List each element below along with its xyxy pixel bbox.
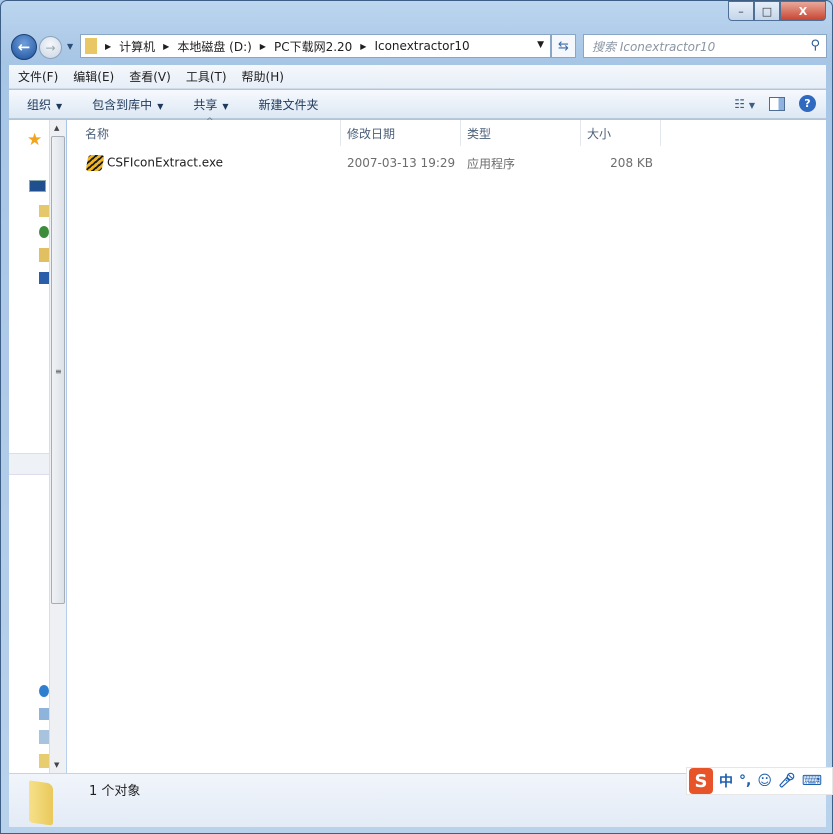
navigation-scrollbar[interactable]: ▲ ≡ ▼ xyxy=(49,120,66,773)
file-name[interactable]: CSFIconExtract.exe xyxy=(107,156,223,170)
libraries-icon[interactable] xyxy=(39,205,49,217)
exe-file-icon xyxy=(85,155,105,171)
column-header-modified[interactable]: 修改日期 xyxy=(341,120,461,146)
computer-icon[interactable] xyxy=(39,272,49,284)
help-button[interactable]: ? xyxy=(799,95,816,112)
microphone-icon[interactable]: 🎤︎ xyxy=(778,773,796,789)
control-panel-icon[interactable] xyxy=(39,708,49,720)
chevron-right-icon[interactable]: ▶ xyxy=(163,42,169,51)
file-row[interactable]: CSFIconExtract.exe 2007-03-13 19:29 应用程序… xyxy=(67,152,661,174)
search-placeholder: 搜索 Iconextractor10 xyxy=(592,39,716,54)
search-input[interactable]: 搜索 Iconextractor10 ⚲ xyxy=(583,34,827,58)
column-headers: 名称 修改日期 类型 大小 xyxy=(67,120,661,146)
scroll-down-arrow[interactable]: ▼ xyxy=(54,761,59,769)
recycle-bin-icon[interactable] xyxy=(39,730,49,744)
search-icon[interactable]: ⚲ xyxy=(810,38,820,53)
close-button[interactable]: X xyxy=(780,1,826,21)
maximize-button[interactable]: □ xyxy=(754,1,780,21)
chevron-right-icon[interactable]: ▶ xyxy=(360,42,366,51)
command-bar: 组织 ▼ 包含到库中 ▼ 共享 ▼ 新建文件夹 ☷ ▼ ? xyxy=(9,90,826,119)
menu-bar: 文件(F) 编辑(E) 查看(V) 工具(T) 帮助(H) xyxy=(9,65,826,89)
file-size: 208 KB xyxy=(610,156,653,170)
ime-mode-toggle[interactable]: 中 xyxy=(719,771,733,791)
scroll-up-arrow[interactable]: ▲ xyxy=(54,124,59,132)
breadcrumb-computer[interactable]: 计算机 xyxy=(119,38,155,55)
homegroup-icon[interactable] xyxy=(39,226,49,238)
chevron-right-icon[interactable]: ▶ xyxy=(260,42,266,51)
preview-pane-icon[interactable] xyxy=(769,96,785,111)
folder-icon[interactable] xyxy=(39,248,49,262)
network-icon[interactable] xyxy=(39,685,49,697)
folder-icon[interactable] xyxy=(39,754,49,768)
menu-view[interactable]: 查看(V) xyxy=(129,68,171,85)
share-button[interactable]: 共享 ▼ xyxy=(193,96,228,113)
breadcrumb-drive-d[interactable]: 本地磁盘 (D:) xyxy=(177,38,251,55)
column-header-type[interactable]: 类型 xyxy=(461,120,581,146)
view-options-button[interactable]: ☷ ▼ xyxy=(734,97,755,111)
breadcrumb-pc-download[interactable]: PC下载网2.20 xyxy=(274,38,352,55)
address-dropdown[interactable]: ▼ xyxy=(537,40,544,50)
address-bar[interactable]: ▶ 计算机 ▶ 本地磁盘 (D:) ▶ PC下载网2.20 ▶ Iconextr… xyxy=(80,34,551,58)
navigation-bar: ← → ▼ ▶ 计算机 ▶ 本地磁盘 (D:) ▶ PC下载网2.20 ▶ Ic… xyxy=(11,34,827,60)
menu-edit[interactable]: 编辑(E) xyxy=(73,68,114,85)
item-count: 1 个对象 xyxy=(89,784,141,799)
emoji-icon[interactable]: ☺ xyxy=(757,773,772,789)
column-header-size[interactable]: 大小 xyxy=(581,120,661,146)
menu-tools[interactable]: 工具(T) xyxy=(186,68,227,85)
favorites-star-icon[interactable]: ★ xyxy=(27,130,42,150)
menu-file[interactable]: 文件(F) xyxy=(18,68,58,85)
include-in-library-button[interactable]: 包含到库中 ▼ xyxy=(92,96,163,113)
ime-punctuation-toggle[interactable]: °, xyxy=(739,773,751,789)
scrollbar-thumb[interactable]: ≡ xyxy=(51,136,65,604)
keyboard-icon[interactable]: ⌨ xyxy=(802,773,822,789)
ime-toolbar[interactable]: S 中 °, ☺ 🎤︎ ⌨ xyxy=(686,767,833,795)
forward-button[interactable]: → xyxy=(39,36,62,59)
folder-icon xyxy=(29,780,53,826)
breadcrumb-iconextractor[interactable]: Iconextractor10 xyxy=(374,39,469,53)
file-list: ^ 名称 修改日期 类型 大小 CSFIconExtract.exe 2007-… xyxy=(67,117,826,773)
refresh-button[interactable]: ⇆ xyxy=(551,34,576,58)
column-header-name[interactable]: 名称 xyxy=(67,120,341,146)
file-type: 应用程序 xyxy=(467,156,516,171)
sogou-logo-icon[interactable]: S xyxy=(689,768,713,794)
explorer-window: – □ X ← → ▼ ▶ 计算机 ▶ 本地磁盘 (D:) ▶ PC下载网2.2… xyxy=(0,0,833,834)
pane-splitter[interactable] xyxy=(9,453,49,475)
folder-icon xyxy=(85,38,97,54)
recent-pages-dropdown[interactable]: ▼ xyxy=(67,42,73,51)
menu-help[interactable]: 帮助(H) xyxy=(242,68,284,85)
new-folder-button[interactable]: 新建文件夹 xyxy=(259,96,319,113)
back-button[interactable]: ← xyxy=(11,34,37,60)
desktop-icon[interactable] xyxy=(29,180,46,192)
chevron-right-icon[interactable]: ▶ xyxy=(105,42,111,51)
organize-button[interactable]: 组织 ▼ xyxy=(27,96,62,113)
minimize-button[interactable]: – xyxy=(728,1,754,21)
file-modified: 2007-03-13 19:29 xyxy=(347,156,456,170)
